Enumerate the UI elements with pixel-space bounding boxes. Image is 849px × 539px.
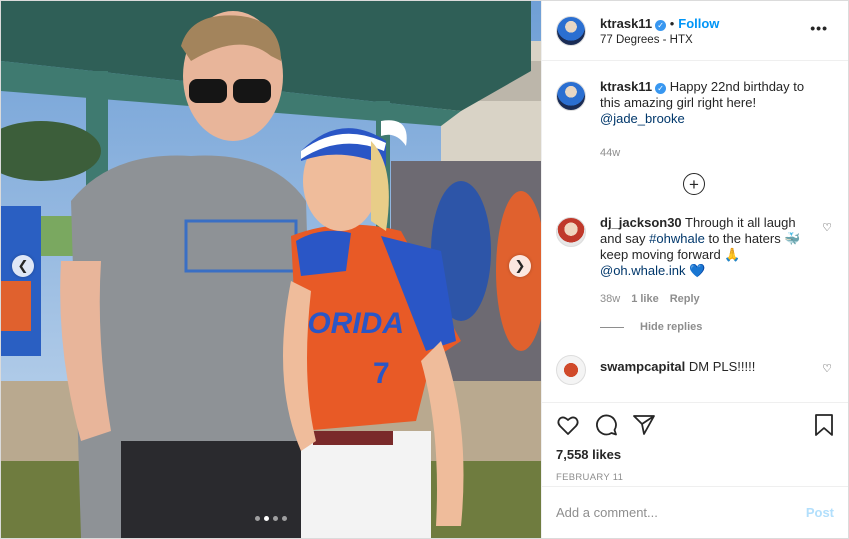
instagram-post: LORIDA 7 ❮ ❯ ktrask11 ✓ • Follow 77 Degr… (0, 0, 849, 539)
comment-item: dj_jackson30 Through it all laugh and sa… (556, 215, 832, 307)
next-slide-button[interactable]: ❯ (509, 255, 531, 277)
comment-time[interactable]: 38w (600, 291, 620, 307)
action-icons (556, 411, 834, 439)
post-comment-button[interactable]: Post (806, 505, 834, 520)
post-location[interactable]: 77 Degrees - HTX (600, 34, 719, 46)
post-date[interactable]: FEBRUARY 11 (556, 472, 834, 483)
comment-icon[interactable] (594, 413, 618, 437)
comment-like-heart-icon[interactable]: ♡ (822, 221, 832, 234)
divider-line (600, 326, 624, 328)
carousel-dot (255, 516, 260, 521)
caption-body: ktrask11 ✓ Happy 22nd birthday to this am… (600, 79, 815, 161)
comment-likes[interactable]: 1 like (631, 291, 659, 307)
hide-replies-button[interactable]: Hide replies (600, 321, 832, 333)
commenter-avatar[interactable] (556, 217, 586, 247)
caption: ktrask11 ✓ Happy 22nd birthday to this am… (556, 79, 832, 161)
likes-count[interactable]: 7,558 likes (556, 447, 834, 462)
comment-username[interactable]: swampcapital (600, 359, 685, 374)
post-sidebar: ktrask11 ✓ • Follow 77 Degrees - HTX ••• k… (541, 1, 848, 538)
caption-time[interactable]: 44w (600, 145, 620, 161)
verified-badge-icon: ✓ (655, 19, 667, 31)
chevron-left-icon: ❮ (17, 258, 29, 273)
commenter-avatar[interactable] (556, 355, 586, 385)
separator-dot: • (669, 15, 675, 31)
comment-item: swampcapital DM PLS!!!!! ♡ (556, 353, 832, 385)
post-media[interactable]: LORIDA 7 ❮ ❯ (1, 1, 541, 538)
post-photo: LORIDA 7 (1, 1, 541, 538)
comment-body: dj_jackson30 Through it all laugh and sa… (600, 215, 815, 307)
comment-mention[interactable]: @oh.whale.ink (600, 263, 685, 278)
share-icon[interactable] (632, 413, 656, 437)
comment-input[interactable] (556, 505, 806, 520)
previous-slide-button[interactable]: ❮ (12, 255, 34, 277)
author-meta: ktrask11 ✓ • Follow 77 Degrees - HTX (600, 16, 719, 46)
comment-text: DM PLS!!!!! (688, 359, 756, 374)
plus-circle-icon[interactable]: + (683, 173, 705, 195)
comment-body: swampcapital DM PLS!!!!! (600, 353, 815, 375)
more-options-icon[interactable]: ••• (810, 20, 828, 36)
heart-icon[interactable] (556, 413, 580, 437)
caption-mention[interactable]: @jade_brooke (600, 111, 685, 126)
author-username[interactable]: ktrask11 (600, 16, 652, 31)
verified-badge-icon: ✓ (655, 83, 667, 94)
caption-avatar[interactable] (556, 81, 586, 111)
hide-replies-label: Hide replies (640, 321, 703, 333)
chevron-right-icon: ❯ (514, 258, 526, 273)
post-actions: 7,558 likes FEBRUARY 11 (542, 402, 848, 486)
comments-section: ktrask11 ✓ Happy 22nd birthday to this am… (542, 61, 848, 402)
carousel-indicator (255, 516, 287, 521)
follow-button[interactable]: Follow (678, 16, 719, 31)
caption-username[interactable]: ktrask11 (600, 79, 652, 94)
comment-like-heart-icon[interactable]: ♡ (822, 362, 832, 375)
comment-hashtag[interactable]: #ohwhale (649, 231, 705, 246)
comment-reply-button[interactable]: Reply (670, 291, 700, 307)
add-comment-bar: Post (542, 486, 848, 538)
carousel-dot (282, 516, 287, 521)
post-header: ktrask11 ✓ • Follow 77 Degrees - HTX ••• (542, 1, 848, 61)
comment-username[interactable]: dj_jackson30 (600, 215, 682, 230)
carousel-dot-active (264, 516, 269, 521)
load-more-comments[interactable]: + (556, 173, 832, 195)
svg-text:7: 7 (373, 357, 390, 390)
author-avatar[interactable] (556, 15, 586, 46)
carousel-dot (273, 516, 278, 521)
comment-emoji: 💙 (689, 263, 706, 278)
bookmark-icon[interactable] (812, 413, 836, 437)
